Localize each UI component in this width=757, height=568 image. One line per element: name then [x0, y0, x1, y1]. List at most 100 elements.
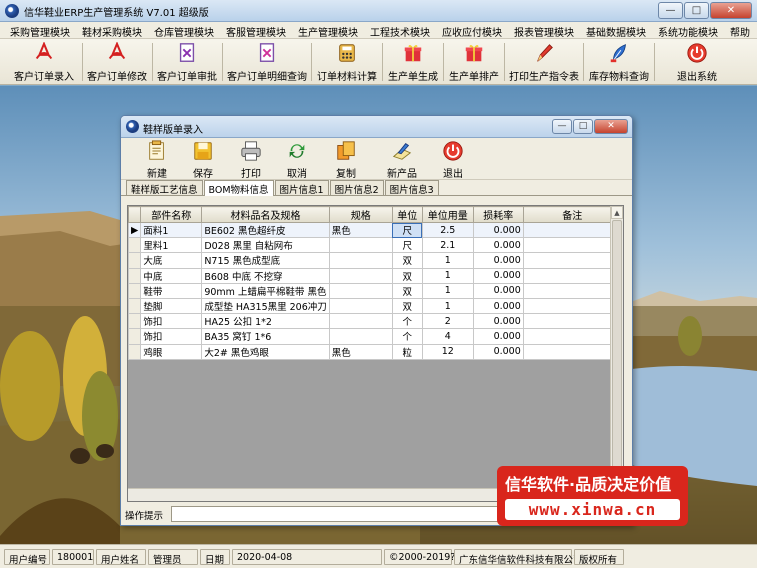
cell-material[interactable]: HA25 公扣 1*2 — [201, 313, 330, 330]
cell-remark[interactable] — [522, 313, 622, 330]
tab-process-info[interactable]: 鞋样版工艺信息 — [126, 180, 203, 196]
table-row[interactable]: ▶ 面料1 BE602 黑色超纤皮 黑色 尺 2.5 0.000 — [128, 221, 622, 239]
cell-part[interactable]: 中底 — [140, 267, 203, 284]
dialog-maximize-button[interactable]: □ — [573, 119, 593, 134]
cell-loss-rate[interactable]: 0.000 — [472, 328, 524, 345]
customer-order-entry-button[interactable]: 客户订单录入 — [8, 41, 80, 83]
cell-usage[interactable]: 1 — [421, 252, 474, 269]
tab-image-info-2[interactable]: 图片信息2 — [329, 180, 384, 196]
table-row[interactable]: 垫脚 成型垫 HA315黑里 206冲刀 双 1 0.000 — [128, 297, 622, 315]
menu-help[interactable]: 帮助 — [724, 22, 756, 39]
cell-unit[interactable]: 双 — [391, 267, 423, 284]
cell-spec[interactable] — [328, 237, 393, 254]
close-button[interactable]: ✕ — [710, 2, 752, 19]
table-row[interactable]: 中底 B608 中底 不挖穿 双 1 0.000 — [128, 267, 622, 284]
tab-bom-info[interactable]: BOM物料信息 — [203, 180, 274, 196]
scroll-up-icon[interactable]: ▲ — [611, 206, 623, 219]
new-button[interactable]: 新建 — [137, 140, 177, 180]
exit-system-button[interactable]: 退出系统 — [667, 41, 727, 83]
cell-material[interactable]: D028 黑里 自粘网布 — [201, 237, 330, 254]
print-button[interactable]: 打印 — [231, 140, 271, 180]
cell-unit[interactable]: 双 — [391, 252, 423, 269]
menu-production[interactable]: 生产管理模块 — [292, 22, 364, 39]
cell-spec[interactable] — [328, 267, 393, 284]
col-header-loss-rate[interactable]: 损耗率 — [472, 206, 524, 223]
minimize-button[interactable]: — — [658, 2, 683, 19]
copy-button[interactable]: 复制 — [326, 140, 366, 180]
grid-vertical-scrollbar[interactable]: ▲ ▼ — [610, 206, 623, 501]
print-production-instruction-button[interactable]: 打印生产指令表 — [507, 41, 581, 83]
menu-reports[interactable]: 报表管理模块 — [508, 22, 580, 39]
table-row[interactable]: 大底 N715 黑色成型底 双 1 0.000 — [128, 252, 622, 269]
tab-image-info-3[interactable]: 图片信息3 — [384, 180, 439, 196]
col-header-material[interactable]: 材料品名及规格 — [201, 206, 330, 223]
customer-order-edit-button[interactable]: 客户订单修改 — [84, 41, 150, 83]
menu-purchase[interactable]: 采购管理模块 — [4, 22, 76, 39]
cell-part[interactable]: 垫脚 — [140, 297, 203, 315]
cell-remark[interactable] — [522, 267, 622, 284]
table-row[interactable]: 饰扣 HA25 公扣 1*2 个 2 0.000 — [128, 313, 622, 330]
cell-part[interactable]: 里料1 — [140, 237, 203, 254]
cell-unit[interactable]: 双 — [391, 297, 423, 315]
cell-usage[interactable]: 1 — [421, 297, 474, 315]
cell-part[interactable]: 大底 — [140, 252, 203, 269]
customer-order-approve-button[interactable]: 客户订单审批 — [154, 41, 220, 83]
menu-shoe-material-purchase[interactable]: 鞋材采购模块 — [76, 22, 148, 39]
cell-material[interactable]: 大2# 黑色鸡眼 — [201, 343, 330, 360]
order-material-calc-button[interactable]: 订单材料计算 — [314, 41, 380, 83]
production-order-schedule-button[interactable]: 生产单排产 — [446, 41, 502, 83]
inventory-material-query-button[interactable]: 库存物料查询 — [586, 41, 652, 83]
save-button[interactable]: 保存 — [183, 140, 223, 180]
cell-material[interactable]: 90mm 上蜡扁平棉鞋带 黑色 — [201, 282, 330, 299]
cell-remark[interactable] — [522, 221, 622, 239]
table-row[interactable]: 鞋带 90mm 上蜡扁平棉鞋带 黑色 双 1 0.000 — [128, 282, 622, 299]
col-header-spec[interactable]: 规格 — [328, 206, 393, 223]
cell-remark[interactable] — [522, 282, 622, 299]
col-header-part[interactable]: 部件名称 — [140, 206, 203, 223]
dialog-minimize-button[interactable]: — — [552, 119, 572, 134]
cell-remark[interactable] — [522, 328, 622, 345]
cell-unit[interactable]: 个 — [391, 313, 423, 330]
cell-part[interactable]: 鞋带 — [140, 282, 203, 299]
cell-remark[interactable] — [522, 252, 622, 269]
cell-loss-rate[interactable]: 0.000 — [472, 313, 524, 330]
cell-usage[interactable]: 1 — [421, 267, 474, 284]
cell-part[interactable]: 饰扣 — [140, 328, 203, 345]
table-row[interactable]: 饰扣 BA35 窝钉 1*6 个 4 0.000 — [128, 328, 622, 345]
cell-spec[interactable] — [328, 252, 393, 269]
cell-unit[interactable]: 尺 — [391, 221, 423, 239]
cell-material[interactable]: N715 黑色成型底 — [201, 252, 330, 269]
tab-image-info-1[interactable]: 图片信息1 — [274, 180, 329, 196]
production-order-generate-button[interactable]: 生产单生成 — [385, 41, 441, 83]
maximize-button[interactable]: □ — [684, 2, 709, 19]
menu-receivable-payable[interactable]: 应收应付模块 — [436, 22, 508, 39]
cell-usage[interactable]: 4 — [421, 328, 474, 345]
cell-usage[interactable]: 12 — [421, 343, 474, 360]
menu-base-data[interactable]: 基础数据模块 — [580, 22, 652, 39]
cell-loss-rate[interactable]: 0.000 — [472, 297, 524, 315]
cell-spec[interactable] — [328, 297, 393, 315]
cell-material[interactable]: BE602 黑色超纤皮 — [201, 221, 330, 239]
exit-button[interactable]: 退出 — [433, 140, 473, 180]
menu-warehouse[interactable]: 仓库管理模块 — [148, 22, 220, 39]
scroll-thumb[interactable] — [612, 220, 622, 474]
cell-spec[interactable]: 黑色 — [328, 221, 393, 239]
cell-unit[interactable]: 粒 — [391, 343, 423, 360]
table-row[interactable]: 鸡眼 大2# 黑色鸡眼 黑色 粒 12 0.000 — [128, 343, 622, 360]
cancel-button[interactable]: 取消 — [277, 140, 317, 180]
cell-material[interactable]: BA35 窝钉 1*6 — [201, 328, 330, 345]
cell-material[interactable]: 成型垫 HA315黑里 206冲刀 — [201, 297, 330, 315]
cell-remark[interactable] — [522, 237, 622, 254]
cell-usage[interactable]: 2.5 — [421, 221, 474, 239]
cell-unit[interactable]: 尺 — [391, 237, 423, 254]
cell-spec[interactable] — [328, 328, 393, 345]
cell-unit[interactable]: 双 — [391, 282, 423, 299]
dialog-close-button[interactable]: ✕ — [594, 119, 628, 134]
col-header-unit[interactable]: 单位 — [391, 206, 423, 223]
new-product-button[interactable]: 新产品 — [379, 140, 425, 180]
cell-spec[interactable] — [328, 313, 393, 330]
cell-loss-rate[interactable]: 0.000 — [472, 343, 524, 360]
cell-part[interactable]: 面料1 — [140, 221, 203, 239]
cell-part[interactable]: 鸡眼 — [140, 343, 203, 360]
table-row[interactable]: 里料1 D028 黑里 自粘网布 尺 2.1 0.000 — [128, 237, 622, 254]
